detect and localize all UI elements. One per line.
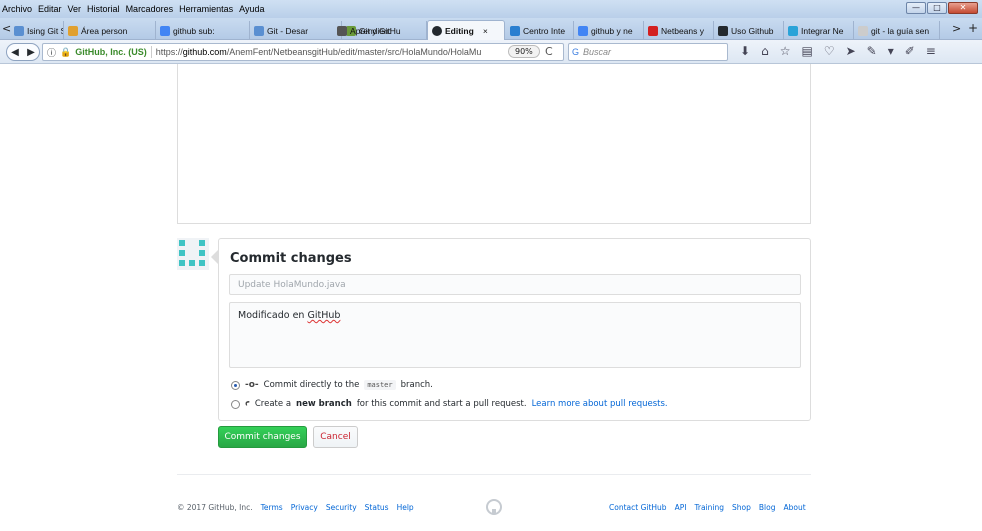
menu-marcadores[interactable]: Marcadores xyxy=(126,4,174,14)
commit-summary-input[interactable] xyxy=(229,274,801,295)
tab-8[interactable]: Centro Inte xyxy=(506,21,574,40)
radio-commit-direct[interactable] xyxy=(231,380,240,390)
footer-link-training[interactable]: Training xyxy=(694,503,724,512)
close-tab-icon[interactable]: × xyxy=(483,26,488,36)
home-icon[interactable]: ⌂ xyxy=(761,44,769,58)
footer-divider xyxy=(177,474,811,475)
menu-archivo[interactable]: Archivo xyxy=(2,4,32,14)
tab-13[interactable]: git - la guía sen xyxy=(854,21,940,40)
footer-left: © 2017 GitHub, Inc. Terms Privacy Securi… xyxy=(177,503,414,512)
branch-name: master xyxy=(364,380,396,390)
github-logo-icon[interactable] xyxy=(486,499,502,515)
search-placeholder: Buscar xyxy=(583,47,612,57)
back-forward-group: ◀ ▶ xyxy=(6,43,40,61)
zoom-indicator[interactable]: 90% xyxy=(508,45,540,58)
footer-link-help[interactable]: Help xyxy=(397,503,414,512)
avatar[interactable] xyxy=(177,238,209,270)
tabs-scroll-right-icon[interactable]: > xyxy=(952,22,961,35)
code-editor[interactable] xyxy=(177,64,811,224)
git-pull-request-icon: ꜥ xyxy=(245,399,250,409)
option-new-branch[interactable]: ꜥ Create a new branch for this commit an… xyxy=(231,399,668,409)
misspelled-word: GitHub xyxy=(307,310,341,321)
copyright: © 2017 GitHub, Inc. xyxy=(177,503,253,512)
learn-more-link[interactable]: Learn more about pull requests. xyxy=(532,399,668,409)
send-icon[interactable]: ➤ xyxy=(846,44,856,58)
tools-icon[interactable]: ✐ xyxy=(905,44,915,58)
reload-button[interactable]: C xyxy=(545,45,553,58)
tab-editing[interactable]: Editing × xyxy=(427,20,505,41)
new-tab-button[interactable]: + xyxy=(968,21,978,35)
favicon-icon xyxy=(718,25,728,36)
commit-box-pointer xyxy=(211,250,218,264)
footer-link-api[interactable]: API xyxy=(675,503,687,512)
tab-11[interactable]: Uso Github xyxy=(714,21,784,40)
menu-herramientas[interactable]: Herramientas xyxy=(179,4,233,14)
tab-9[interactable]: github y ne xyxy=(574,21,644,40)
cancel-button[interactable]: Cancel xyxy=(313,426,358,448)
footer-link-terms[interactable]: Terms xyxy=(261,503,283,512)
favicon-icon xyxy=(578,25,588,36)
tab-strip-overlay: Aprendien: Editing × Centro Inte github y… xyxy=(0,18,982,41)
footer-link-shop[interactable]: Shop xyxy=(732,503,751,512)
tab-6[interactable]: Aprendien: xyxy=(333,21,427,40)
radio-new-branch[interactable] xyxy=(231,399,240,409)
forward-button[interactable]: ▶ xyxy=(27,47,35,58)
footer-right: Contact GitHub API Training Shop Blog Ab… xyxy=(609,503,806,512)
menu-editar[interactable]: Editar xyxy=(38,4,62,14)
minimize-button[interactable]: — xyxy=(906,2,926,14)
site-identity[interactable]: GitHub, Inc. (US) xyxy=(75,47,147,57)
favicon-icon xyxy=(788,25,798,36)
menu-bar: Archivo Editar Ver Historial Marcadores … xyxy=(2,2,264,15)
divider xyxy=(150,46,152,58)
address-bar[interactable]: ⓘ 🔒 GitHub, Inc. (US) https://github.com… xyxy=(42,43,564,61)
url-text[interactable]: https://github.com/AnemFent/NetbeansgitH… xyxy=(156,47,482,57)
footer-link-contact[interactable]: Contact GitHub xyxy=(609,503,667,512)
git-commit-icon: -o- xyxy=(245,380,259,390)
commit-heading: Commit changes xyxy=(230,251,352,266)
maximize-button[interactable]: □ xyxy=(927,2,947,14)
bookmark-star-icon[interactable]: ☆ xyxy=(780,44,791,58)
footer-link-privacy[interactable]: Privacy xyxy=(291,503,318,512)
favicon-icon xyxy=(337,25,347,36)
commit-description-text: Modificado en GitHub xyxy=(238,310,341,321)
tab-10[interactable]: Netbeans y xyxy=(644,21,714,40)
footer-link-blog[interactable]: Blog xyxy=(759,503,776,512)
close-window-button[interactable]: ✕ xyxy=(948,2,978,14)
favicon-icon xyxy=(648,25,658,36)
footer-link-status[interactable]: Status xyxy=(365,503,389,512)
github-favicon-icon xyxy=(432,26,442,36)
download-icon[interactable]: ⬇ xyxy=(740,44,750,58)
commit-changes-button[interactable]: Commit changes xyxy=(218,426,307,448)
navigation-bar: ◀ ▶ ⓘ 🔒 GitHub, Inc. (US) https://github… xyxy=(0,40,982,64)
footer-link-about[interactable]: About xyxy=(784,503,806,512)
dropdown-icon[interactable]: ▾ xyxy=(888,44,894,58)
menu-historial[interactable]: Historial xyxy=(87,4,120,14)
bookmarks-list-icon[interactable]: ▤ xyxy=(801,44,812,58)
hamburger-menu-icon[interactable]: ≡ xyxy=(926,44,936,58)
tab-12[interactable]: Integrar Ne xyxy=(784,21,854,40)
footer-link-security[interactable]: Security xyxy=(326,503,357,512)
option-commit-direct[interactable]: -o- Commit directly to the master branch… xyxy=(231,380,433,390)
window-controls: — □ ✕ xyxy=(906,2,978,14)
toolbar-icons: ⬇ ⌂ ☆ ▤ ♡ ➤ ✎ ▾ ✐ ≡ xyxy=(740,44,936,58)
lock-icon: 🔒 xyxy=(60,46,72,57)
favicon-icon xyxy=(510,25,520,36)
favicon-icon xyxy=(858,25,868,36)
window-titlebar: Archivo Editar Ver Historial Marcadores … xyxy=(0,0,982,18)
search-engine-icon[interactable]: G xyxy=(572,47,579,57)
search-box[interactable]: G Buscar xyxy=(568,43,728,61)
pocket-icon[interactable]: ♡ xyxy=(824,44,835,58)
info-icon[interactable]: ⓘ xyxy=(47,46,56,59)
menu-ver[interactable]: Ver xyxy=(68,4,82,14)
menu-ayuda[interactable]: Ayuda xyxy=(239,4,264,14)
back-button[interactable]: ◀ xyxy=(11,47,19,58)
extension-icon[interactable]: ✎ xyxy=(867,44,877,58)
